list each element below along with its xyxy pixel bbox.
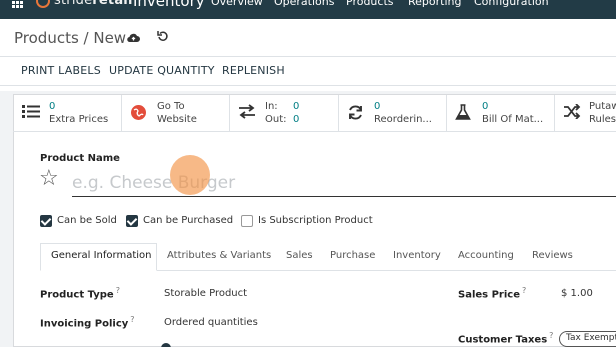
brand-logo[interactable]: strideretail (54, 0, 133, 8)
bom-label: Bill Of Mat... (482, 114, 544, 125)
brand-logo-icon (36, 0, 50, 8)
help-icon[interactable]: ? (522, 286, 526, 295)
tab-purchase[interactable]: Purchase (330, 250, 375, 261)
invoicing-policy-select[interactable]: Ordered quantities (164, 317, 258, 328)
transfer-arrows-icon (238, 104, 256, 123)
globe-icon (130, 104, 147, 125)
tab-accounting[interactable]: Accounting (458, 250, 514, 261)
go-to-label: Go To (157, 101, 185, 112)
tab-reviews[interactable]: Reviews (532, 250, 573, 261)
reordering-count: 0 (374, 101, 381, 112)
sales-price-label: Sales Price? (458, 286, 527, 301)
radio-button[interactable] (161, 343, 171, 347)
menu-overview[interactable]: Overview (211, 0, 263, 8)
can-be-purchased-checkbox[interactable] (126, 215, 138, 227)
reordering-rules-button[interactable]: 0 Reorderin... (339, 95, 447, 132)
tab-inventory[interactable]: Inventory (393, 250, 441, 261)
can-be-sold-label[interactable]: Can be Sold (57, 215, 117, 226)
help-icon[interactable]: ? (130, 315, 134, 324)
breadcrumb[interactable]: Products / New (14, 29, 126, 47)
subscription-label[interactable]: Is Subscription Product (258, 215, 373, 226)
bom-count: 0 (482, 101, 489, 112)
in-out-button[interactable]: In: 0 Out: 0 (230, 95, 339, 132)
help-icon[interactable]: ? (549, 331, 553, 340)
refresh-icon (347, 104, 364, 125)
putaway-label: Putaw (589, 101, 616, 112)
cloud-upload-icon[interactable] (127, 32, 140, 46)
shuffle-icon (563, 103, 581, 123)
putaway-rules-button[interactable]: Putaw Rules (555, 95, 616, 132)
extra-prices-button[interactable]: 0 Extra Prices (14, 95, 122, 132)
product-type-label: Product Type? (40, 286, 120, 301)
app-grid-icon[interactable] (12, 0, 24, 9)
bill-of-materials-button[interactable]: 0 Bill Of Mat... (447, 95, 555, 132)
subscription-checkbox[interactable] (241, 215, 253, 227)
print-labels-button[interactable]: PRINT LABELS (21, 64, 101, 77)
menu-reporting[interactable]: Reporting (408, 0, 461, 8)
product-name-input[interactable] (72, 170, 616, 197)
can-be-purchased-label[interactable]: Can be Purchased (143, 215, 233, 226)
go-to-website-button[interactable]: Go To Website (122, 95, 230, 132)
flask-icon (455, 104, 471, 125)
can-be-sold-checkbox[interactable] (40, 215, 52, 227)
click-indicator (170, 155, 210, 195)
customer-taxes-label: Customer Taxes? (458, 331, 554, 346)
reordering-label: Reorderin... (374, 114, 432, 125)
star-icon[interactable]: ☆ (39, 168, 59, 190)
update-quantity-button[interactable]: UPDATE QUANTITY (109, 64, 215, 77)
top-navbar: strideretail Inventory Overview Operatio… (0, 0, 616, 19)
product-type-select[interactable]: Storable Product (164, 288, 247, 299)
divider (0, 85, 616, 86)
tax-exempt-tag[interactable]: Tax Exempt (559, 331, 616, 347)
menu-products[interactable]: Products (346, 0, 394, 8)
invoicing-policy-label: Invoicing Policy? (40, 315, 135, 330)
app-name[interactable]: Inventory (133, 0, 205, 10)
sales-price-input[interactable]: $ 1.00 (561, 288, 593, 299)
menu-operations[interactable]: Operations (274, 0, 334, 8)
tab-sales[interactable]: Sales (286, 250, 313, 261)
replenish-button[interactable]: REPLENISH (222, 64, 285, 77)
in-label: In: (265, 101, 278, 112)
smart-buttons-divider (13, 131, 616, 132)
list-icon (22, 104, 40, 123)
extra-prices-label: Extra Prices (49, 114, 109, 125)
product-name-label: Product Name (40, 153, 120, 164)
divider (0, 56, 616, 57)
out-count: 0 (293, 114, 300, 125)
out-label: Out: (265, 114, 287, 125)
tab-general-information-label[interactable]: General Information (51, 250, 151, 261)
help-icon[interactable]: ? (116, 286, 120, 295)
in-count: 0 (293, 101, 300, 112)
menu-configuration[interactable]: Configuration (474, 0, 549, 8)
website-label: Website (157, 114, 197, 125)
rules-label: Rules (589, 114, 616, 125)
extra-prices-count: 0 (49, 101, 56, 112)
tab-attributes-variants[interactable]: Attributes & Variants (167, 250, 271, 261)
undo-icon[interactable] (157, 30, 169, 46)
